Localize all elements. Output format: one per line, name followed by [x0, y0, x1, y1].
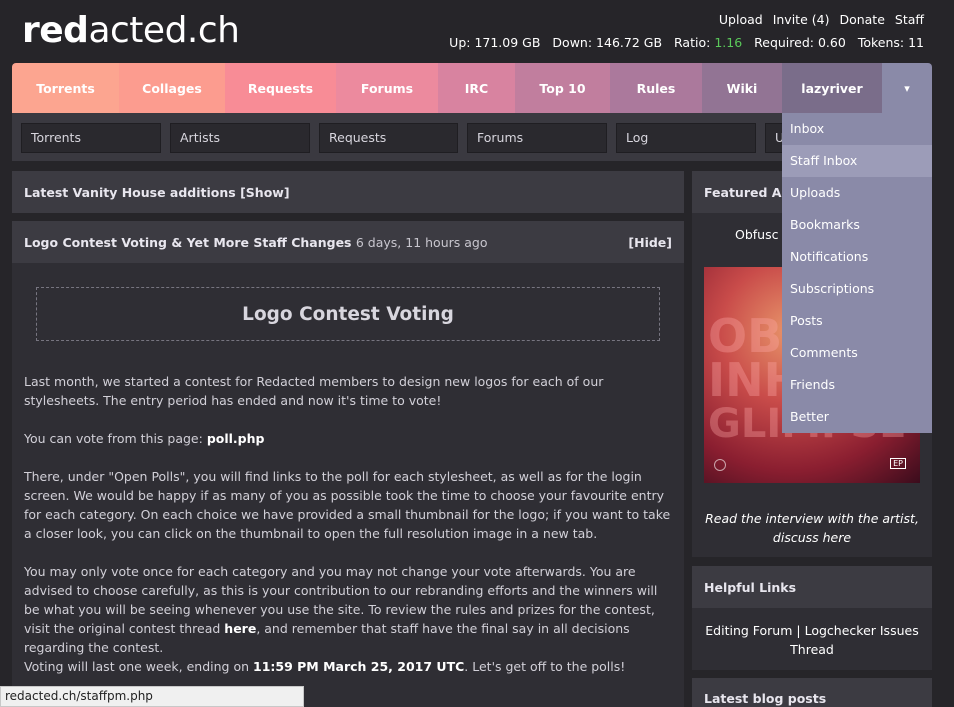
news-paragraph-5: Voting will last one week, ending on 11:…: [24, 657, 674, 676]
user-menu-toggle[interactable]: ▾: [882, 63, 932, 113]
editing-forum-link[interactable]: Editing Forum: [705, 623, 792, 638]
contest-thread-link[interactable]: here: [224, 621, 256, 636]
blog-title: Latest blog posts: [704, 691, 827, 706]
tab-forums[interactable]: Forums: [336, 63, 438, 113]
news-header: Logo Contest Voting & Yet More Staff Cha…: [12, 221, 684, 263]
news-paragraph-4: You may only vote once for each category…: [24, 562, 674, 657]
search-artists-input[interactable]: Artists: [170, 123, 310, 153]
search-forums-input[interactable]: Forums: [467, 123, 607, 153]
menu-item-staff-inbox[interactable]: Staff Inbox: [782, 145, 932, 177]
news-paragraph-3: There, under "Open Polls", you will find…: [24, 469, 671, 541]
menu-item-comments[interactable]: Comments: [782, 337, 932, 369]
search-requests-input[interactable]: Requests: [319, 123, 458, 153]
vanity-house-header: Latest Vanity House additions [Show]: [12, 171, 684, 213]
helpful-title: Helpful Links: [704, 579, 797, 595]
news-heading-box: Logo Contest Voting: [36, 287, 660, 341]
news-paragraph-2: You can vote from this page: poll.php: [24, 429, 674, 448]
vanity-title: Latest Vanity House additions: [24, 184, 236, 200]
logchecker-link[interactable]: Logchecker Issues: [805, 623, 919, 638]
menu-item-notifications[interactable]: Notifications: [782, 241, 932, 273]
tab-top10[interactable]: Top 10: [515, 63, 610, 113]
site-logo[interactable]: redacted.ch: [22, 10, 240, 51]
news-paragraph-1: Last month, we started a contest for Red…: [24, 374, 604, 408]
logo-bold: red: [22, 10, 89, 51]
tab-rules[interactable]: Rules: [610, 63, 702, 113]
staff-link[interactable]: Staff: [895, 12, 924, 27]
helpful-links: Editing Forum | Logchecker Issues Thread: [692, 621, 932, 659]
logchecker-thread-link[interactable]: Thread: [790, 642, 834, 657]
upload-link[interactable]: Upload: [719, 12, 763, 27]
tokens-label: Tokens:: [857, 35, 905, 50]
menu-item-subscriptions[interactable]: Subscriptions: [782, 273, 932, 305]
menu-item-uploads[interactable]: Uploads: [782, 177, 932, 209]
helpful-links-header: Helpful Links: [692, 566, 932, 608]
up-value: 171.09 GB: [474, 35, 541, 50]
logo-light: acted.ch: [88, 10, 240, 51]
news-age: 6 days, 11 hours ago: [355, 234, 488, 250]
menu-item-friends[interactable]: Friends: [782, 369, 932, 401]
ratio-label: Ratio:: [674, 35, 711, 50]
menu-item-better[interactable]: Better: [782, 401, 932, 433]
menu-item-bookmarks[interactable]: Bookmarks: [782, 209, 932, 241]
required-label: Required:: [754, 35, 814, 50]
tokens-value[interactable]: 11: [908, 35, 924, 50]
user-links: Upload Invite (4) Donate Staff: [713, 12, 924, 27]
news-p5-a: Voting will last one week, ending on: [24, 659, 250, 674]
vanity-show-toggle[interactable]: [Show]: [240, 185, 289, 200]
tab-torrents[interactable]: Torrents: [12, 63, 119, 113]
news-p5-bold: 11:59 PM March 25, 2017 UTC: [253, 659, 465, 674]
user-dropdown-menu: Inbox Staff Inbox Uploads Bookmarks Noti…: [782, 113, 932, 433]
news-title: Logo Contest Voting & Yet More Staff Cha…: [24, 234, 352, 250]
search-log-input[interactable]: Log: [616, 123, 756, 153]
tab-requests[interactable]: Requests: [225, 63, 336, 113]
chevron-down-icon: ▾: [904, 81, 910, 95]
featured-caption: Read the interview with the artist, disc…: [692, 509, 932, 547]
menu-item-posts[interactable]: Posts: [782, 305, 932, 337]
tab-collages[interactable]: Collages: [119, 63, 225, 113]
featured-discuss-link[interactable]: discuss here: [692, 528, 932, 547]
tab-wiki[interactable]: Wiki: [702, 63, 782, 113]
main-nav: Torrents Collages Requests Forums IRC To…: [12, 63, 932, 113]
link-separator: |: [796, 623, 801, 638]
down-label: Down:: [552, 35, 593, 50]
news-p5-b: . Let's get off to the polls!: [464, 659, 626, 674]
down-value: 146.72 GB: [596, 35, 663, 50]
news-heading: Logo Contest Voting: [242, 303, 454, 325]
ratio-value: 1.16: [714, 35, 743, 50]
news-p2-text: You can vote from this page:: [24, 431, 203, 446]
user-stats: Up: 171.09 GB Down: 146.72 GB Ratio: 1.1…: [449, 35, 924, 50]
browser-status-url: redacted.ch/staffpm.php: [0, 686, 304, 707]
donate-link[interactable]: Donate: [839, 12, 884, 27]
up-label: Up:: [449, 35, 471, 50]
tab-irc[interactable]: IRC: [438, 63, 515, 113]
required-value: 0.60: [817, 35, 846, 50]
news-hide-toggle[interactable]: [Hide]: [628, 235, 672, 250]
sun-icon: [714, 459, 726, 471]
album-art-badge: EP: [890, 458, 906, 469]
featured-caption-line-1: Read the interview with the artist,: [705, 511, 919, 526]
invite-link[interactable]: Invite (4): [773, 12, 830, 27]
menu-item-inbox[interactable]: Inbox: [782, 113, 932, 145]
featured-artist[interactable]: Obfusc: [735, 227, 778, 242]
blog-header: Latest blog posts: [692, 678, 932, 707]
search-torrents-input[interactable]: Torrents: [21, 123, 161, 153]
tab-user[interactable]: lazyriver: [782, 63, 882, 113]
poll-link[interactable]: poll.php: [207, 431, 265, 446]
